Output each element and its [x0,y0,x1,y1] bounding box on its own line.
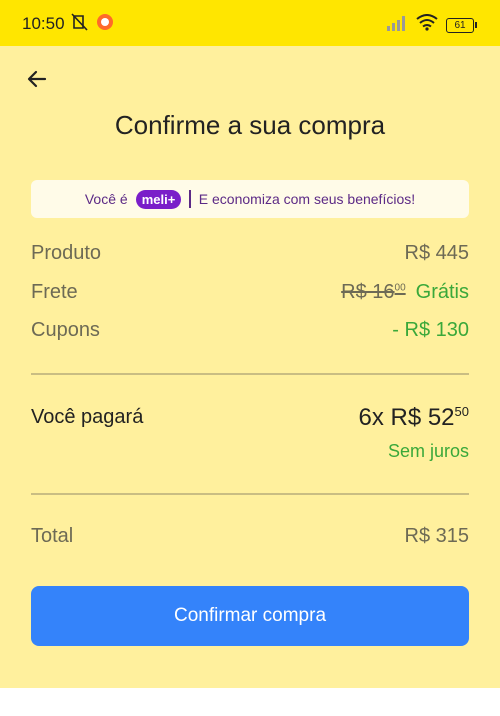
no-interest-note: Sem juros [387,441,469,461]
total-label: Total [31,525,74,547]
signal-icon [386,15,408,36]
frete-label: Frete [31,281,78,303]
status-icons-left [70,13,114,36]
status-icons-right: 61 [386,14,477,36]
back-button[interactable] [22,66,52,96]
frete-old-price: R$ 1600 [341,281,406,303]
cupons-label: Cupons [31,319,100,341]
wifi-icon [416,14,438,36]
produto-row: Produto R$ 445 [31,242,469,265]
status-bar: 10:50 61 [0,0,500,46]
meli-plus-banner: Você é meli+ E economiza com seus benefí… [31,180,469,218]
page-title: Confirme a sua compra [114,110,386,140]
checkout-screen: Confirme a sua compra Você é meli+ E eco… [0,46,500,688]
total-row: Total R$ 315 [31,525,469,548]
payment-label: Você pagará [31,406,144,428]
produto-value: R$ 445 [404,242,470,264]
frete-row: Frete R$ 1600 Grátis [31,281,469,304]
banner-text: E economiza com seus benefícios! [198,191,416,207]
cupons-value: - R$ 130 [392,319,469,341]
cupons-row: Cupons - R$ 130 [31,319,469,342]
frete-values: R$ 1600 Grátis [341,281,469,304]
vibrate-off-icon [70,13,90,36]
banner-prefix: Você é [84,191,128,207]
arrow-left-icon [25,67,49,96]
status-time: 10:50 [22,14,65,33]
battery-icon: 61 [446,17,477,33]
meli-plus-badge: meli+ [135,189,182,209]
produto-label: Produto [31,242,102,264]
app-notification-icon [96,13,114,36]
divider [31,493,469,495]
total-value: R$ 315 [404,525,470,547]
divider [31,373,469,375]
banner-divider [189,190,191,208]
frete-free-value: Grátis [415,281,469,303]
confirm-purchase-button[interactable]: Confirmar compra [31,586,469,646]
payment-value: 6x R$ 5250 [358,404,469,431]
